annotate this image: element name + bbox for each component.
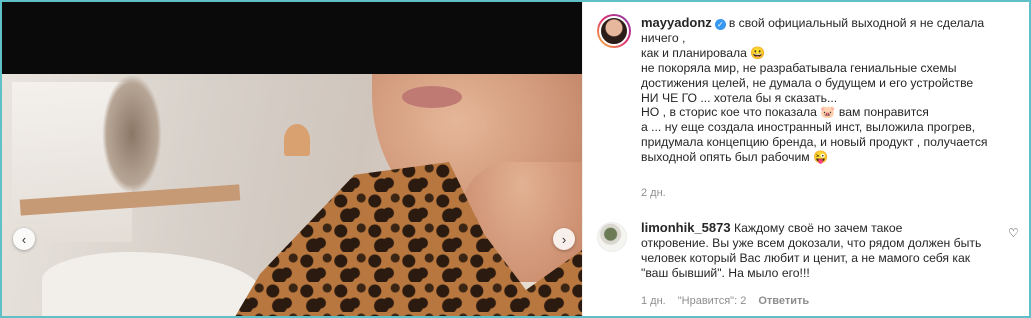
caption-line: в свой официальный выходной я не сделала [728,16,985,30]
heart-icon[interactable]: ♡ [1008,226,1019,240]
caption-line: НО , в сторис кое что показала 🐷 вам пон… [641,105,929,120]
post-details-panel: mayyadonz ✓ в свой официальный выходной я … [582,2,1029,316]
chevron-left-icon[interactable]: ‹ [13,228,35,250]
reply-button[interactable]: Ответить [758,295,809,307]
caption-line: выходной опять был рабочим 😜 [641,150,829,165]
comment: limonhik_5873 Каждому своё но зачем тако… [641,220,1001,281]
post-photo: ‹ › [2,2,582,316]
caption-line: не покоряла мир, не разрабатывала гениал… [641,60,957,75]
verified-badge-icon: ✓ [714,19,726,30]
comment-avatar[interactable] [597,222,627,252]
caption-line: а ... ну еще создала иностранный инст, в… [641,120,976,135]
photo-wall-decoration [102,74,162,194]
comment-text-line: человек который Вас любит и ценит, а не … [641,250,971,265]
comment-username[interactable]: limonhik_5873 [641,220,731,235]
caption-line: ничего , [641,30,686,45]
avatar[interactable] [597,14,631,48]
chevron-right-icon[interactable]: › [553,228,575,250]
caption-line: придумала концепцию бренда, и новый прод… [641,135,988,150]
caption-line: как и планировала 😀 [641,45,766,60]
comment-text-line: откровение. Вы уже всем докозали, что ря… [641,235,982,250]
post-timestamp[interactable]: 2 дн. [641,187,666,199]
comment-text-line: Каждому своё но зачем такое [734,221,903,235]
photo-lamp [284,124,310,156]
censor-bar [2,2,582,74]
comment-meta: 1 дн. "Нравится": 2 Ответить [641,295,809,307]
caption-line: достижения целей, не думала о будущем и … [641,75,974,90]
caption-line: НИ ЧЕ ГО ... хотела бы я сказать... [641,90,838,105]
photo-lips [402,86,462,108]
comment-likes[interactable]: "Нравится": 2 [678,295,747,307]
post-caption: mayyadonz ✓ в свой официальный выходной я … [641,15,1021,165]
comment-timestamp[interactable]: 1 дн. [641,295,666,307]
post-username[interactable]: mayyadonz [641,15,712,30]
comment-text-line: "ваш бывший". На мыло его!!! [641,265,810,280]
